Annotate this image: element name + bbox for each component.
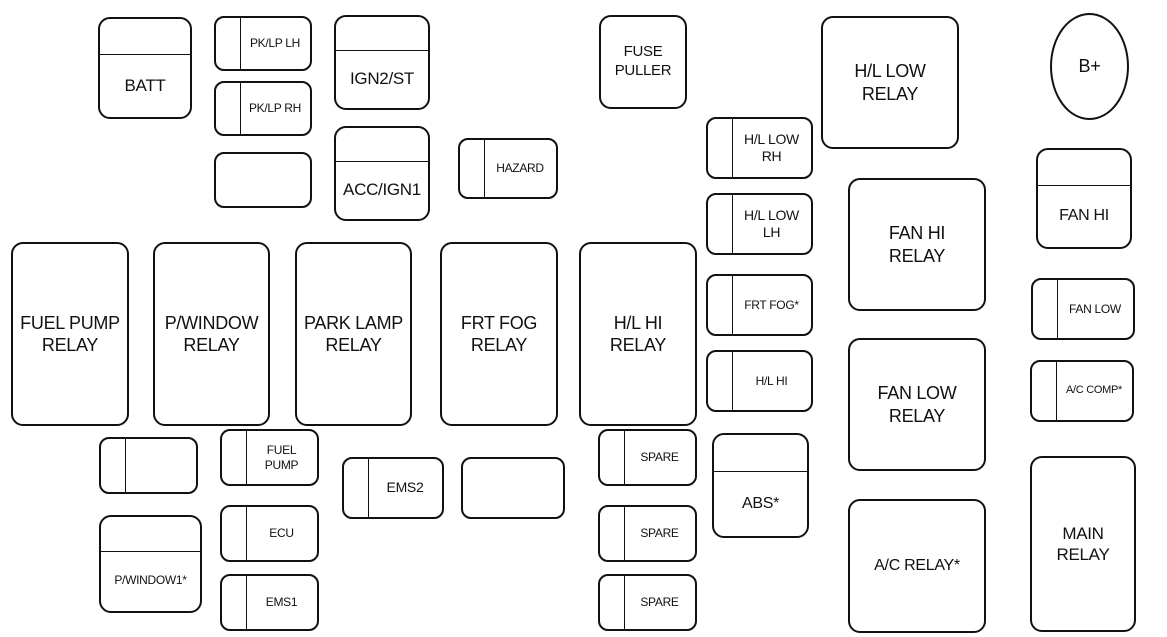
main-relay-label: MAIN RELAY bbox=[1056, 523, 1110, 564]
fan-low-relay[interactable]: FAN LOW RELAY bbox=[848, 338, 986, 471]
fan-low-relay-label: FAN LOW RELAY bbox=[877, 383, 957, 426]
hl-hi-fuse[interactable]: H/L HI bbox=[706, 350, 813, 412]
hl-low-relay-label: H/L LOW RELAY bbox=[854, 61, 926, 104]
batt-label: BATT bbox=[124, 76, 166, 95]
ac-relay-label: A/C RELAY* bbox=[874, 557, 960, 574]
fuse-tab bbox=[600, 507, 625, 560]
hl-low-rh-label: H/L LOW RH bbox=[744, 130, 799, 165]
fan-low-label: FAN LOW bbox=[1069, 301, 1121, 316]
fuse-tab bbox=[708, 352, 733, 410]
park-lamp-relay-label: PARK LAMP RELAY bbox=[304, 312, 403, 356]
fuse-tab bbox=[708, 195, 733, 253]
pwindow1-label: P/WINDOW1* bbox=[114, 573, 187, 588]
park-lamp-relay[interactable]: PARK LAMP RELAY bbox=[295, 242, 412, 426]
hazard-label: HAZARD bbox=[496, 161, 544, 175]
ac-comp-fuse[interactable]: A/C COMP* bbox=[1030, 360, 1134, 422]
fan-low-fuse[interactable]: FAN LOW bbox=[1031, 278, 1135, 340]
pwindow-relay[interactable]: P/WINDOW RELAY bbox=[153, 242, 270, 426]
ign2-st-label: IGN2/ST bbox=[349, 69, 415, 89]
ac-comp-label: A/C COMP* bbox=[1066, 384, 1122, 397]
ems2-label: EMS2 bbox=[386, 479, 424, 496]
spare-fuse-3[interactable]: SPARE bbox=[598, 574, 697, 631]
ems2-fuse[interactable]: EMS2 bbox=[342, 457, 444, 519]
b-plus-terminal[interactable]: B+ bbox=[1050, 13, 1129, 120]
fuse-tab bbox=[1033, 280, 1058, 338]
fuse-top-divider bbox=[100, 19, 190, 56]
fuse-tab bbox=[216, 83, 241, 134]
ecu-label: ECU bbox=[269, 526, 294, 540]
fuse-tab bbox=[222, 507, 247, 560]
fuel-pump-relay-label: FUEL PUMP RELAY bbox=[20, 312, 120, 356]
fuse-tab bbox=[460, 140, 485, 197]
fuse-tab bbox=[708, 276, 733, 334]
frt-fog-fuse[interactable]: FRT FOG* bbox=[706, 274, 813, 336]
spare-label: SPARE bbox=[640, 450, 679, 464]
blank-fuse-slot[interactable] bbox=[214, 152, 312, 208]
spare-label: SPARE bbox=[640, 595, 679, 609]
acc-ign1-fuse[interactable]: ACC/IGN1 bbox=[334, 126, 430, 221]
fuse-tab bbox=[1032, 362, 1057, 420]
fuse-top-divider bbox=[714, 435, 807, 473]
fuse-tab bbox=[101, 439, 126, 492]
fan-hi-fuse[interactable]: FAN HI bbox=[1036, 148, 1132, 249]
ems1-fuse[interactable]: EMS1 bbox=[220, 574, 319, 631]
blank-fuse-slot[interactable] bbox=[99, 437, 198, 494]
fan-hi-label: FAN HI bbox=[1059, 206, 1109, 224]
fuse-top-divider bbox=[336, 128, 428, 162]
b-plus-label: B+ bbox=[1078, 56, 1101, 77]
main-relay[interactable]: MAIN RELAY bbox=[1030, 456, 1136, 632]
hl-hi-relay[interactable]: H/L HI RELAY bbox=[579, 242, 697, 426]
pklp-rh-label: PK/LP RH bbox=[248, 101, 302, 115]
fuel-pump-relay[interactable]: FUEL PUMP RELAY bbox=[11, 242, 129, 426]
hl-hi-relay-label: H/L HI RELAY bbox=[609, 312, 667, 356]
hl-low-relay[interactable]: H/L LOW RELAY bbox=[821, 16, 959, 149]
ems1-label: EMS1 bbox=[265, 595, 298, 609]
fuel-pump-label: FUEL PUMP bbox=[264, 442, 299, 472]
pklp-lh-fuse[interactable]: PK/LP LH bbox=[214, 16, 312, 71]
frt-fog-relay-label: FRT FOG RELAY bbox=[460, 312, 538, 356]
pklp-rh-fuse[interactable]: PK/LP RH bbox=[214, 81, 312, 136]
fuse-puller[interactable]: FUSE PULLER bbox=[599, 15, 687, 109]
ign2-st-fuse[interactable]: IGN2/ST bbox=[334, 15, 430, 110]
ac-relay[interactable]: A/C RELAY* bbox=[848, 499, 986, 633]
pwindow1-fuse[interactable]: P/WINDOW1* bbox=[99, 515, 202, 613]
fuse-top-divider bbox=[101, 517, 200, 552]
fuel-pump-fuse[interactable]: FUEL PUMP bbox=[220, 429, 319, 486]
fuse-tab bbox=[222, 431, 247, 484]
frt-fog-label: FRT FOG* bbox=[744, 297, 799, 312]
fuse-top-divider bbox=[1038, 150, 1130, 186]
hl-low-lh-fuse[interactable]: H/L LOW LH bbox=[706, 193, 813, 255]
fuse-tab bbox=[222, 576, 247, 629]
hl-low-rh-fuse[interactable]: H/L LOW RH bbox=[706, 117, 813, 179]
fuse-tab bbox=[216, 18, 241, 69]
spare-fuse-1[interactable]: SPARE bbox=[598, 429, 697, 486]
hl-low-lh-label: H/L LOW LH bbox=[744, 206, 799, 241]
spare-label: SPARE bbox=[640, 526, 679, 540]
abs-fuse[interactable]: ABS* bbox=[712, 433, 809, 538]
hazard-fuse[interactable]: HAZARD bbox=[458, 138, 558, 199]
batt-fuse[interactable]: BATT bbox=[98, 17, 192, 119]
fuse-tab bbox=[600, 576, 625, 629]
hl-hi-label: H/L HI bbox=[755, 373, 788, 388]
ecu-fuse[interactable]: ECU bbox=[220, 505, 319, 562]
spare-fuse-2[interactable]: SPARE bbox=[598, 505, 697, 562]
frt-fog-relay[interactable]: FRT FOG RELAY bbox=[440, 242, 558, 426]
fuse-tab bbox=[344, 459, 369, 517]
fuse-tab bbox=[600, 431, 625, 484]
blank-fuse-slot[interactable] bbox=[461, 457, 565, 519]
acc-ign1-label: ACC/IGN1 bbox=[343, 180, 421, 200]
abs-label: ABS* bbox=[741, 494, 780, 512]
fuse-top-divider bbox=[336, 17, 428, 51]
fuse-puller-label: FUSE PULLER bbox=[614, 43, 672, 79]
fuse-tab bbox=[708, 119, 733, 177]
fan-hi-relay-label: FAN HI RELAY bbox=[888, 223, 946, 266]
pklp-lh-label: PK/LP LH bbox=[249, 36, 301, 50]
fan-hi-relay[interactable]: FAN HI RELAY bbox=[848, 178, 986, 311]
pwindow-relay-label: P/WINDOW RELAY bbox=[164, 312, 259, 356]
